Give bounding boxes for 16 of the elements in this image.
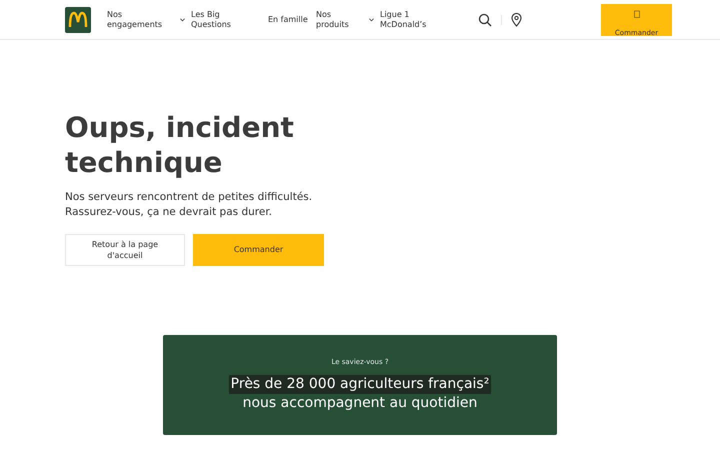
nav-link[interactable]: En famille [268,14,316,24]
chevron-down-icon [180,18,185,22]
nav-link[interactable]: Ligue 1 McDonald’s [380,10,450,30]
logo-icon[interactable] [65,6,91,32]
nav-link[interactable]: Les Big Questions [191,10,268,30]
home-button[interactable]: Retour à la page d'accueil [65,234,185,266]
order-button[interactable]: Commander [193,234,324,266]
chevron-down-icon [369,18,374,22]
error-title: Oups, incident technique [65,110,295,180]
bag-icon [634,10,640,18]
nav-link[interactable]: Nos produits [316,10,380,30]
location-pin-icon[interactable] [511,12,522,26]
error-message: Nos serveurs rencontrent de petites difficultés. Rassurez-vous, ça ne devrait pas durer. [65,190,314,220]
nav-link[interactable]: Nos engagements [107,10,191,30]
search-icon[interactable] [478,12,492,26]
fact-line: nous accompagnent au quotidien [242,394,478,413]
